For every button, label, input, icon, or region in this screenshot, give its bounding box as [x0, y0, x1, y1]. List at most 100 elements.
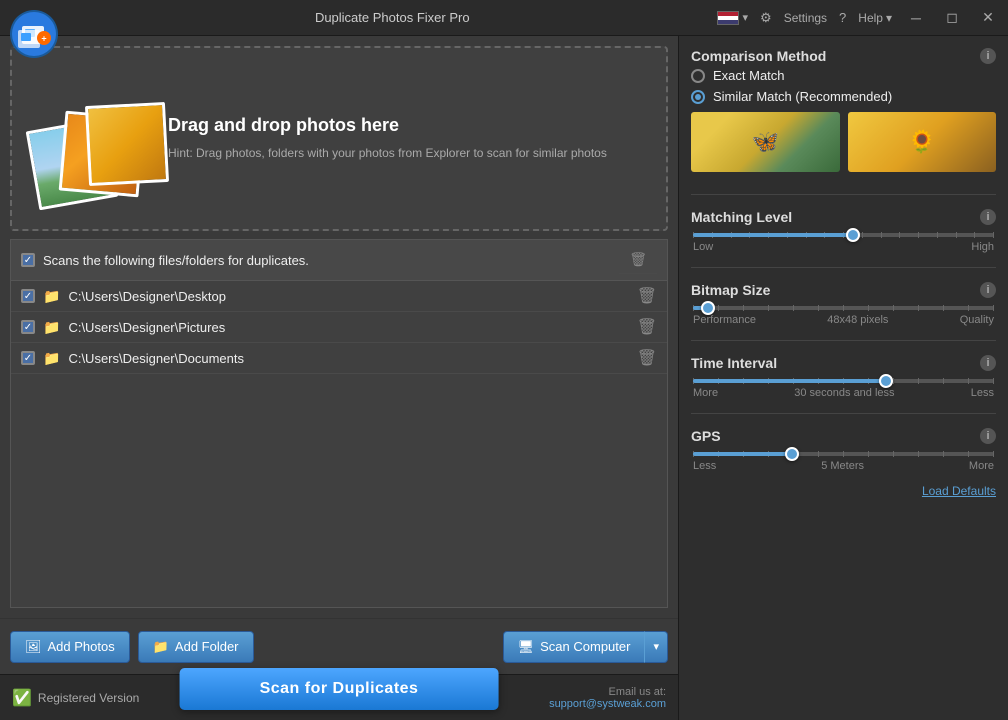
exact-match-radio[interactable] [691, 69, 705, 83]
load-defaults-button[interactable]: Load Defaults [691, 484, 996, 498]
scan-computer-dropdown[interactable]: ▾ [644, 631, 668, 663]
delete-item-1[interactable]: 🗑 [637, 317, 657, 337]
gear-icon: ⚙ [760, 10, 772, 26]
bitmap-size-thumb[interactable] [701, 301, 715, 315]
add-folder-button[interactable]: 📁 Add Folder [138, 631, 254, 663]
bitmap-size-slider[interactable]: Performance 48x48 pixels Quality [691, 306, 996, 326]
tick [968, 378, 969, 384]
folder-icon-2: 📁 [43, 350, 60, 367]
settings-label: Settings [784, 11, 827, 25]
minimize-button[interactable]: ─ [904, 6, 928, 30]
tick [793, 305, 794, 311]
titlebar-right: ▾ ⚙ Settings ? Help ▾ ─ ◻ ✕ [717, 6, 1001, 30]
similar-match-option[interactable]: Similar Match (Recommended) [691, 89, 996, 104]
matching-level-track [693, 233, 994, 237]
gps-slider[interactable]: Less 5 Meters More [691, 452, 996, 472]
tick [918, 305, 919, 311]
time-interval-title: Time Interval i [691, 355, 996, 371]
app-title: Duplicate Photos Fixer Pro [68, 10, 717, 25]
tick [718, 305, 719, 311]
tick [956, 232, 957, 238]
scan-computer-button[interactable]: 🖥 Scan Computer [503, 631, 645, 663]
comparison-method-info[interactable]: i [980, 48, 996, 64]
preview-butterfly [691, 112, 840, 172]
add-photos-label: Add Photos [48, 639, 115, 654]
bitmap-size-title: Bitmap Size i [691, 282, 996, 298]
email-address[interactable]: support@systweak.com [549, 698, 666, 710]
close-button[interactable]: ✕ [976, 6, 1000, 30]
tick [862, 232, 863, 238]
list-item: 📁 C:\Users\Designer\Pictures 🗑 [11, 312, 667, 343]
list-item: 📁 C:\Users\Designer\Desktop 🗑 [11, 281, 667, 312]
drop-hint: Hint: Drag photos, folders with your pho… [168, 144, 607, 162]
file-list-container: Scans the following files/folders for du… [10, 239, 668, 608]
drop-zone[interactable]: Drag and drop photos here Hint: Drag pho… [10, 46, 668, 231]
flag-icon [717, 11, 739, 25]
delete-item-2[interactable]: 🗑 [637, 348, 657, 368]
bitmap-size-info[interactable]: i [980, 282, 996, 298]
delete-item-0[interactable]: 🗑 [637, 286, 657, 306]
scan-computer-group: 🖥 Scan Computer ▾ [503, 631, 668, 663]
tick [993, 232, 994, 238]
main-area: Drag and drop photos here Hint: Drag pho… [0, 36, 1008, 720]
flag-dropdown[interactable]: ▾ [743, 11, 749, 24]
gps-less: Less [693, 460, 716, 472]
flag-container[interactable]: ▾ [717, 11, 749, 25]
tick [943, 378, 944, 384]
time-interval-info[interactable]: i [980, 355, 996, 371]
gps-info[interactable]: i [980, 428, 996, 444]
gps-thumb[interactable] [785, 447, 799, 461]
titlebar: Duplicate Photos Fixer Pro ▾ ⚙ Settings … [0, 0, 1008, 36]
email-info: Email us at: support@systweak.com [549, 686, 666, 710]
preview-images [691, 112, 996, 172]
matching-level-section: Matching Level i Low High [691, 209, 996, 253]
delete-all-icon[interactable]: 🗑 [619, 246, 657, 274]
tick [843, 451, 844, 457]
file-list-header: Scans the following files/folders for du… [11, 240, 667, 281]
restore-button[interactable]: ◻ [940, 6, 964, 30]
gps-section: GPS i Less 5 Meters More [691, 428, 996, 472]
settings-button[interactable]: Settings [784, 11, 827, 25]
select-all-checkbox[interactable] [21, 253, 35, 267]
time-interval-track [693, 379, 994, 383]
scan-duplicates-button[interactable]: Scan for Duplicates [180, 668, 499, 710]
button-bar: 🖼 Add Photos 📁 Add Folder 🖥 Scan Compute… [0, 618, 678, 674]
item-checkbox-1[interactable] [21, 320, 35, 334]
matching-level-low: Low [693, 241, 713, 253]
time-interval-slider[interactable]: More 30 seconds and less Less [691, 379, 996, 399]
add-photos-button[interactable]: 🖼 Add Photos [10, 631, 130, 663]
item-checkbox-0[interactable] [21, 289, 35, 303]
tick [918, 451, 919, 457]
tick [943, 305, 944, 311]
similar-match-radio[interactable] [691, 90, 705, 104]
gps-fill [693, 452, 792, 456]
status-bar: ✅ Registered Version Scan for Duplicates… [0, 674, 678, 720]
tick [881, 232, 882, 238]
item-path-2: C:\Users\Designer\Documents [68, 351, 244, 366]
tick [868, 305, 869, 311]
tick [743, 305, 744, 311]
time-more: More [693, 387, 718, 399]
gps-more: More [969, 460, 994, 472]
time-interval-thumb[interactable] [879, 374, 893, 388]
matching-level-thumb[interactable] [846, 228, 860, 242]
add-folder-icon: 📁 [153, 639, 169, 655]
help-button[interactable]: Help ▾ [858, 11, 892, 25]
drop-zone-photos [32, 74, 152, 204]
folder-icon-1: 📁 [43, 319, 60, 336]
matching-level-labels: Low High [693, 241, 994, 253]
tick [918, 232, 919, 238]
tick [768, 305, 769, 311]
preview-sunflower [848, 112, 997, 172]
comparison-radio-group: Exact Match Similar Match (Recommended) [691, 68, 996, 104]
monitor-icon: 🖥 [518, 639, 535, 655]
item-checkbox-2[interactable] [21, 351, 35, 365]
registered-label: Registered Version [38, 691, 139, 705]
matching-level-title: Matching Level i [691, 209, 996, 225]
matching-level-info[interactable]: i [980, 209, 996, 225]
exact-match-option[interactable]: Exact Match [691, 68, 996, 83]
drop-text: Drag and drop photos here Hint: Drag pho… [168, 115, 607, 162]
tick [868, 451, 869, 457]
left-panel: Drag and drop photos here Hint: Drag pho… [0, 36, 678, 720]
matching-level-slider[interactable]: Low High [691, 233, 996, 253]
